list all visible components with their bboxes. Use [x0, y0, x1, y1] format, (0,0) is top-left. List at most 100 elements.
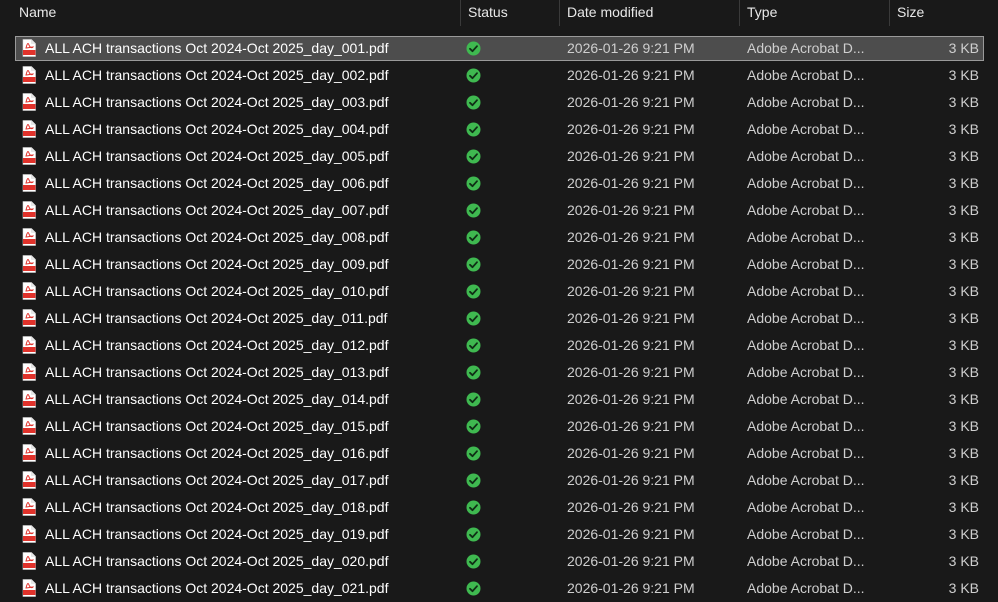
available-checkmark-icon — [466, 473, 481, 488]
file-name: ALL ACH transactions Oct 2024-Oct 2025_d… — [45, 283, 389, 299]
available-checkmark-icon — [466, 95, 481, 110]
pdf-file-icon — [22, 498, 36, 516]
file-type: Adobe Acrobat D... — [747, 526, 865, 542]
file-type: Adobe Acrobat D... — [747, 553, 865, 569]
file-row[interactable]: ALL ACH transactions Oct 2024-Oct 2025_d… — [0, 467, 998, 494]
pdf-file-icon — [22, 201, 36, 219]
file-row[interactable]: ALL ACH transactions Oct 2024-Oct 2025_d… — [0, 305, 998, 332]
file-row[interactable]: ALL ACH transactions Oct 2024-Oct 2025_d… — [0, 251, 998, 278]
file-row[interactable]: ALL ACH transactions Oct 2024-Oct 2025_d… — [0, 521, 998, 548]
file-date-modified: 2026-01-26 9:21 PM — [567, 175, 695, 191]
file-name: ALL ACH transactions Oct 2024-Oct 2025_d… — [45, 499, 389, 515]
file-type: Adobe Acrobat D... — [747, 67, 865, 83]
available-checkmark-icon — [466, 257, 481, 272]
file-name: ALL ACH transactions Oct 2024-Oct 2025_d… — [45, 445, 389, 461]
column-header-name[interactable]: Name — [11, 0, 460, 26]
file-type: Adobe Acrobat D... — [747, 310, 865, 326]
column-header-size[interactable]: Size — [889, 0, 998, 26]
pdf-file-icon — [22, 120, 36, 138]
pdf-file-icon — [22, 525, 36, 543]
file-date-modified: 2026-01-26 9:21 PM — [567, 256, 695, 272]
pdf-file-icon — [22, 174, 36, 192]
file-size: 3 KB — [948, 256, 979, 272]
file-name: ALL ACH transactions Oct 2024-Oct 2025_d… — [45, 580, 389, 596]
file-row[interactable]: ALL ACH transactions Oct 2024-Oct 2025_d… — [0, 197, 998, 224]
file-date-modified: 2026-01-26 9:21 PM — [567, 283, 695, 299]
pdf-file-icon — [22, 255, 36, 273]
available-checkmark-icon — [466, 500, 481, 515]
file-name: ALL ACH transactions Oct 2024-Oct 2025_d… — [45, 202, 389, 218]
file-row[interactable]: ALL ACH transactions Oct 2024-Oct 2025_d… — [0, 35, 998, 62]
file-date-modified: 2026-01-26 9:21 PM — [567, 229, 695, 245]
file-name: ALL ACH transactions Oct 2024-Oct 2025_d… — [45, 175, 389, 191]
available-checkmark-icon — [466, 149, 481, 164]
file-row[interactable]: ALL ACH transactions Oct 2024-Oct 2025_d… — [0, 143, 998, 170]
column-header-bar: Name Status Date modified Type Size — [0, 0, 998, 26]
file-row[interactable]: ALL ACH transactions Oct 2024-Oct 2025_d… — [0, 89, 998, 116]
pdf-file-icon — [22, 579, 36, 597]
file-row[interactable]: ALL ACH transactions Oct 2024-Oct 2025_d… — [0, 62, 998, 89]
file-size: 3 KB — [948, 229, 979, 245]
file-type: Adobe Acrobat D... — [747, 121, 865, 137]
file-size: 3 KB — [948, 391, 979, 407]
column-header-type[interactable]: Type — [739, 0, 889, 26]
file-size: 3 KB — [948, 175, 979, 191]
file-size: 3 KB — [948, 283, 979, 299]
file-date-modified: 2026-01-26 9:21 PM — [567, 121, 695, 137]
file-type: Adobe Acrobat D... — [747, 202, 865, 218]
file-row[interactable]: ALL ACH transactions Oct 2024-Oct 2025_d… — [0, 278, 998, 305]
file-date-modified: 2026-01-26 9:21 PM — [567, 67, 695, 83]
pdf-file-icon — [22, 417, 36, 435]
available-checkmark-icon — [466, 392, 481, 407]
column-header-status[interactable]: Status — [460, 0, 559, 26]
pdf-file-icon — [22, 363, 36, 381]
file-type: Adobe Acrobat D... — [747, 580, 865, 596]
column-header-date-modified[interactable]: Date modified — [559, 0, 739, 26]
file-size: 3 KB — [948, 310, 979, 326]
file-row[interactable]: ALL ACH transactions Oct 2024-Oct 2025_d… — [0, 413, 998, 440]
file-row[interactable]: ALL ACH transactions Oct 2024-Oct 2025_d… — [0, 575, 998, 602]
file-date-modified: 2026-01-26 9:21 PM — [567, 148, 695, 164]
file-row[interactable]: ALL ACH transactions Oct 2024-Oct 2025_d… — [0, 548, 998, 575]
file-name: ALL ACH transactions Oct 2024-Oct 2025_d… — [45, 256, 389, 272]
file-size: 3 KB — [948, 67, 979, 83]
file-row[interactable]: ALL ACH transactions Oct 2024-Oct 2025_d… — [0, 170, 998, 197]
pdf-file-icon — [22, 228, 36, 246]
available-checkmark-icon — [466, 311, 481, 326]
file-row[interactable]: ALL ACH transactions Oct 2024-Oct 2025_d… — [0, 359, 998, 386]
available-checkmark-icon — [466, 41, 481, 56]
available-checkmark-icon — [466, 230, 481, 245]
file-row[interactable]: ALL ACH transactions Oct 2024-Oct 2025_d… — [0, 332, 998, 359]
available-checkmark-icon — [466, 176, 481, 191]
file-date-modified: 2026-01-26 9:21 PM — [567, 337, 695, 353]
available-checkmark-icon — [466, 284, 481, 299]
file-size: 3 KB — [948, 337, 979, 353]
file-list: ALL ACH transactions Oct 2024-Oct 2025_d… — [0, 35, 998, 602]
file-type: Adobe Acrobat D... — [747, 337, 865, 353]
available-checkmark-icon — [466, 419, 481, 434]
pdf-file-icon — [22, 471, 36, 489]
available-checkmark-icon — [466, 203, 481, 218]
file-name: ALL ACH transactions Oct 2024-Oct 2025_d… — [45, 310, 388, 326]
file-row[interactable]: ALL ACH transactions Oct 2024-Oct 2025_d… — [0, 440, 998, 467]
file-name: ALL ACH transactions Oct 2024-Oct 2025_d… — [45, 121, 389, 137]
file-row[interactable]: ALL ACH transactions Oct 2024-Oct 2025_d… — [0, 494, 998, 521]
file-name: ALL ACH transactions Oct 2024-Oct 2025_d… — [45, 148, 389, 164]
file-size: 3 KB — [948, 364, 979, 380]
file-row[interactable]: ALL ACH transactions Oct 2024-Oct 2025_d… — [0, 386, 998, 413]
file-row[interactable]: ALL ACH transactions Oct 2024-Oct 2025_d… — [0, 224, 998, 251]
file-date-modified: 2026-01-26 9:21 PM — [567, 310, 695, 326]
file-row[interactable]: ALL ACH transactions Oct 2024-Oct 2025_d… — [0, 116, 998, 143]
available-checkmark-icon — [466, 365, 481, 380]
file-date-modified: 2026-01-26 9:21 PM — [567, 40, 695, 56]
pdf-file-icon — [22, 336, 36, 354]
file-name: ALL ACH transactions Oct 2024-Oct 2025_d… — [45, 553, 389, 569]
file-date-modified: 2026-01-26 9:21 PM — [567, 391, 695, 407]
available-checkmark-icon — [466, 338, 481, 353]
file-name: ALL ACH transactions Oct 2024-Oct 2025_d… — [45, 229, 389, 245]
file-type: Adobe Acrobat D... — [747, 175, 865, 191]
file-size: 3 KB — [948, 472, 979, 488]
file-size: 3 KB — [948, 148, 979, 164]
file-name: ALL ACH transactions Oct 2024-Oct 2025_d… — [45, 418, 389, 434]
file-type: Adobe Acrobat D... — [747, 256, 865, 272]
